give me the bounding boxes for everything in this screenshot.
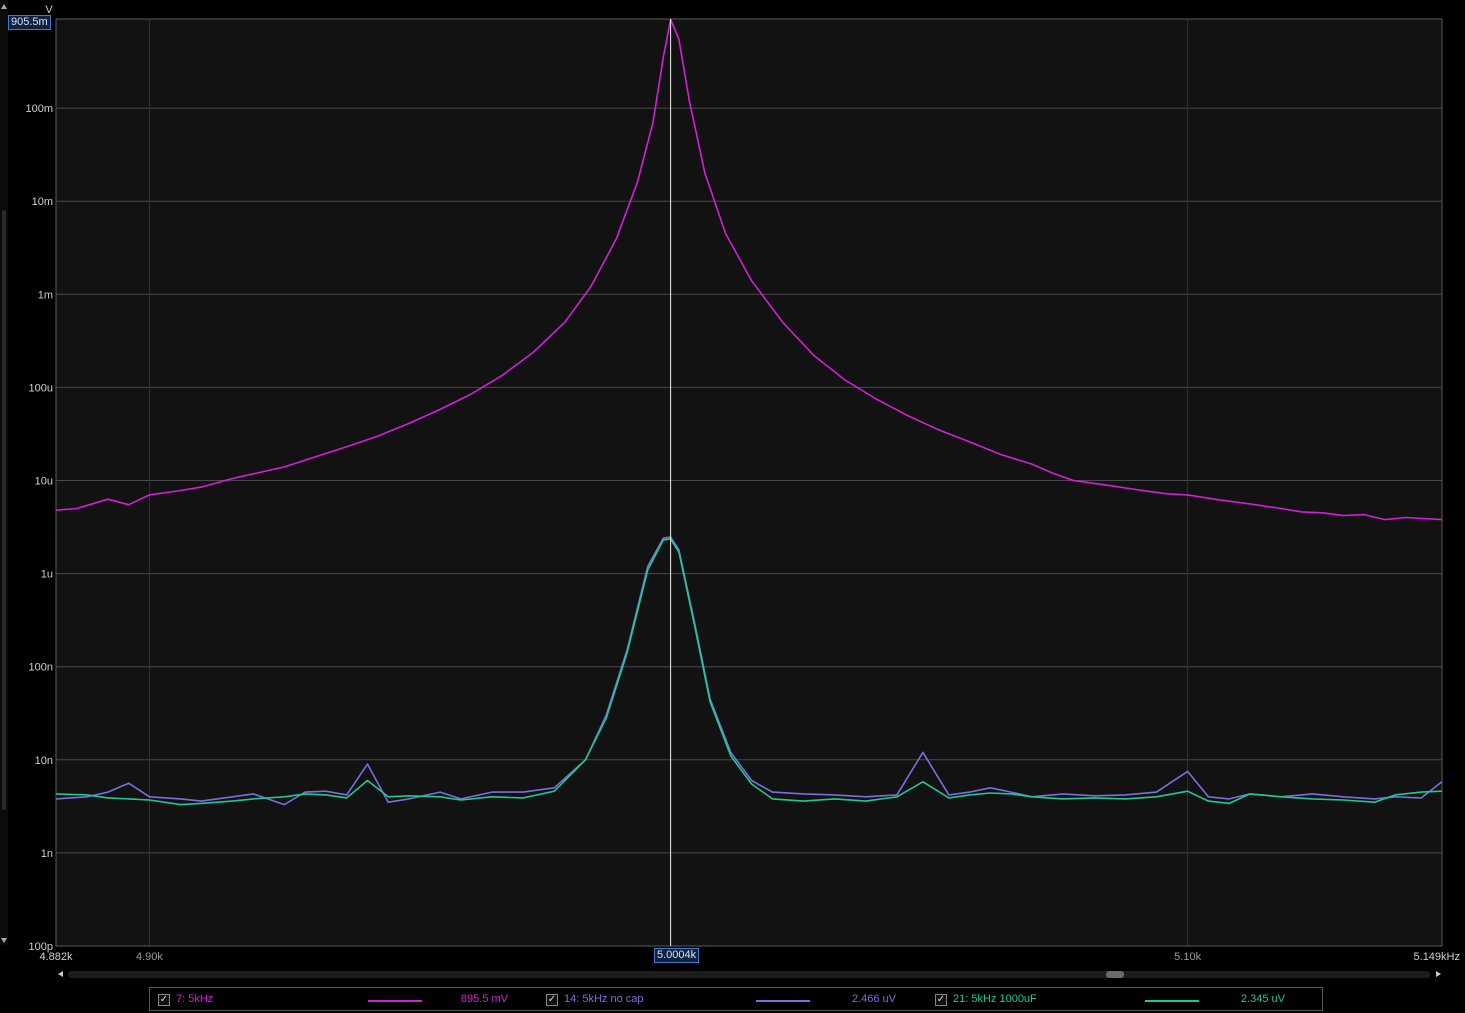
spectrum-analyzer-view: 100m 10m 1m 100u 10u 1u 100n 10n 1n 100p 4.90k 5.10… [0, 0, 1465, 1013]
trace-color-swatch [756, 1000, 810, 1002]
cursor-frequency-readout[interactable]: 5.0004k [654, 948, 700, 963]
y-tick-label: 1m [38, 289, 53, 301]
spectrum-chart[interactable]: 100m10m1m100u10u1u100n10n1n100p4.90k 5.10… [0, 0, 1465, 966]
y-tick-label: 1u [41, 569, 53, 581]
y-tick-label: 100m [25, 103, 53, 115]
horizontal-scroll-thumb[interactable] [1106, 971, 1124, 978]
horizontal-scrollbar[interactable] [58, 968, 1441, 981]
trace-checkbox[interactable]: ✓ [158, 994, 170, 1006]
y-tick-label: 100u [29, 382, 53, 394]
trace-checkbox[interactable]: ✓ [935, 994, 947, 1006]
plot-area [56, 19, 1442, 946]
trace-checkbox[interactable]: ✓ [546, 994, 558, 1006]
x-start-label: 4.882k [39, 951, 73, 963]
trace-color-swatch [368, 1000, 422, 1002]
y-tick-label: 10n [35, 755, 53, 767]
x-tick-label: 4.90k [136, 951, 163, 963]
trace-readout: 2.345 uV [1240, 993, 1285, 1005]
x-end-label: 5.149kHz [1414, 951, 1460, 963]
y-axis-top-value: 905.5m [8, 15, 51, 30]
y-tick-label: 1n [41, 848, 53, 860]
trace-color-swatch [1145, 1000, 1199, 1002]
y-tick-label: 10m [32, 196, 53, 208]
trace-legend: ✓ 7: 5kHz 895.5 mV ✓ 14: 5kHz no cap 2.4… [149, 987, 1323, 1011]
x-tick-label: 5.10k [1174, 951, 1201, 963]
y-tick-label: 10u [35, 475, 53, 487]
trace-readout: 895.5 mV [460, 993, 508, 1005]
trace-name: 14: 5kHz no cap [564, 993, 644, 1005]
scroll-right-arrow-icon[interactable] [1436, 971, 1441, 977]
horizontal-scroll-track[interactable] [68, 971, 1430, 978]
trace-readout: 2.466 uV [851, 993, 896, 1005]
trace-name: 21: 5kHz 1000uF [953, 993, 1037, 1005]
trace-name: 7: 5kHz [176, 993, 214, 1005]
scroll-left-arrow-icon[interactable] [58, 971, 63, 977]
y-tick-label: 100n [29, 662, 53, 674]
